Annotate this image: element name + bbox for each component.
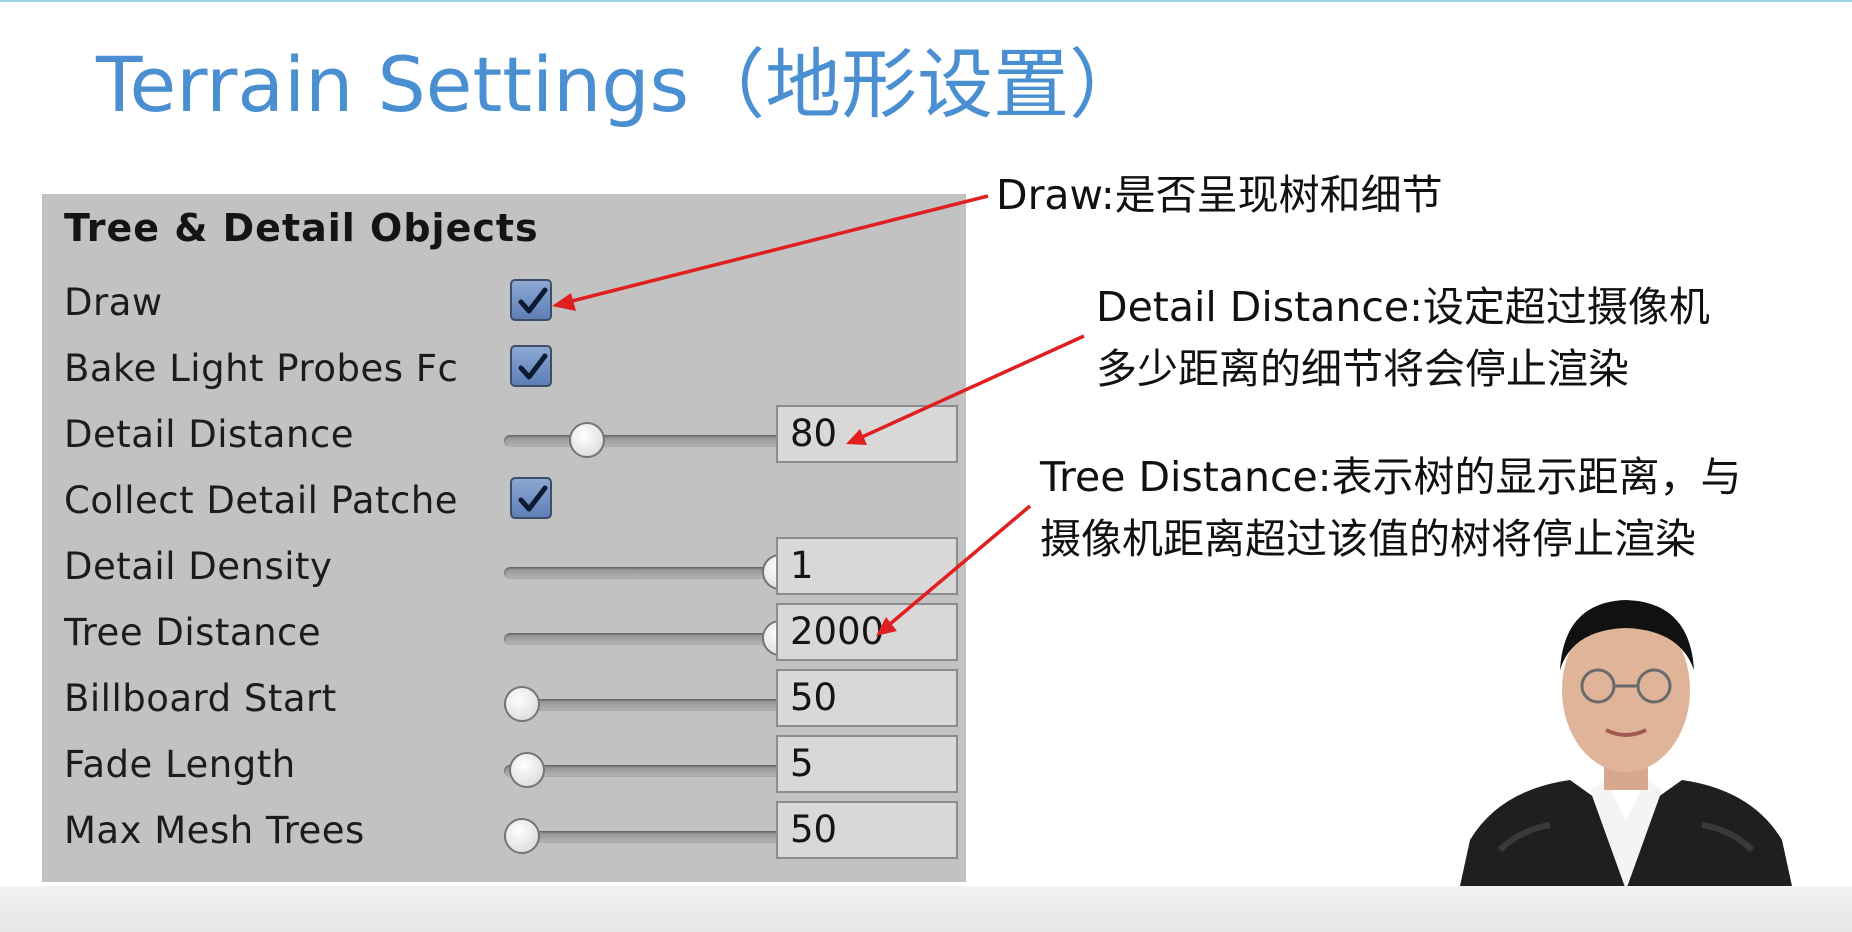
draw-arrow-icon [552,194,989,311]
tree-distance-arrow-icon [876,504,1032,636]
detail-distance-arrow-icon [846,334,1085,445]
presenter-video [1450,600,1802,932]
bottom-band [0,886,1852,932]
